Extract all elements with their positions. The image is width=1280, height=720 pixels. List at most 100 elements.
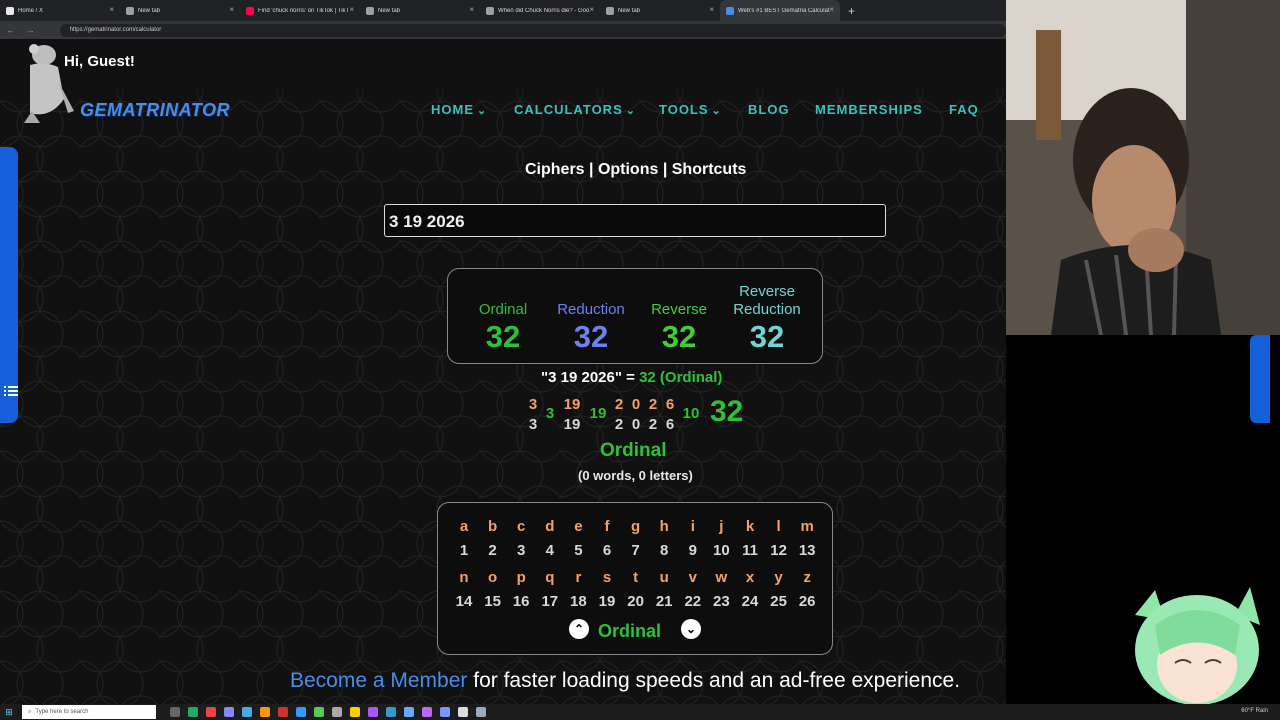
browser-tab[interactable]: Web's #1 BEST Gematria Calculat ×	[720, 0, 840, 21]
windows-start-icon[interactable]: ⊞	[0, 707, 18, 718]
app-icon[interactable]	[206, 707, 216, 717]
result-value[interactable]: 32	[629, 319, 729, 355]
results-panel: Ordinal 32 Reduction 32 Reverse 32 Reverse Redu…	[447, 268, 823, 364]
result-value[interactable]: 32	[453, 319, 553, 355]
app-icon[interactable]	[476, 707, 486, 717]
nav-label: BLOG	[748, 102, 790, 117]
tab-label: Web's #1 BEST Gematria Calculat	[738, 7, 830, 14]
nav-faq[interactable]: FAQ	[949, 102, 979, 117]
tab-close-icon[interactable]: ×	[469, 5, 474, 14]
chart-number: 6	[602, 542, 612, 559]
new-tab-plus-icon[interactable]: +	[848, 4, 855, 18]
chart-letter: r	[575, 569, 582, 586]
right-panel-tab[interactable]	[1250, 335, 1270, 423]
result-label[interactable]: Reduction	[541, 301, 641, 318]
tab-close-icon[interactable]: ×	[829, 5, 834, 14]
chart-number: 7	[631, 542, 640, 559]
tab-label: New tab	[138, 7, 161, 14]
chart-letter: f	[604, 518, 610, 535]
browser-tab[interactable]: New tab ×	[360, 0, 480, 21]
chart-number: 21	[655, 593, 673, 610]
nav-home[interactable]: HOME ⌄	[431, 102, 487, 117]
breakdown-value: 6	[665, 416, 675, 433]
chart-number: 11	[742, 542, 758, 559]
back-icon[interactable]: ←	[6, 25, 20, 35]
url-field[interactable]: https://gematrinator.com/calculator	[59, 23, 1006, 37]
app-icon[interactable]	[404, 707, 414, 717]
result-value[interactable]: 32	[541, 319, 641, 355]
word-sum: 10	[682, 405, 700, 422]
result-label[interactable]: Ordinal	[453, 301, 553, 318]
chart-number: 18	[570, 593, 587, 610]
app-icon[interactable]	[440, 707, 450, 717]
tab-close-icon[interactable]: ×	[709, 5, 714, 14]
app-icon[interactable]	[314, 707, 324, 717]
chart-letter: c	[517, 518, 526, 535]
tab-favicon-icon	[126, 6, 134, 15]
chart-number: 5	[574, 542, 583, 559]
phrase-input[interactable]: 3 19 2026	[384, 204, 886, 237]
chart-number: 1	[459, 542, 469, 559]
equation-phrase: "3 19 2026" =	[541, 369, 640, 386]
app-icon[interactable]	[350, 707, 360, 717]
chevron-down-icon: ⌄	[711, 105, 722, 117]
app-icon[interactable]	[278, 707, 288, 717]
breakdown-value: 0	[631, 416, 641, 433]
result-label[interactable]: Reverse	[629, 301, 729, 318]
browser-tab[interactable]: New tab ×	[120, 0, 240, 21]
chart-letter: t	[633, 569, 639, 586]
browser-tab[interactable]: Find 'chuck norris' on TikTok | TikT ×	[240, 0, 360, 21]
app-icon[interactable]	[332, 707, 342, 717]
tab-close-icon[interactable]: ×	[589, 5, 594, 14]
chevron-up-icon[interactable]: ⌃	[569, 619, 589, 639]
tab-close-icon[interactable]: ×	[349, 5, 354, 14]
word-letter-count: (0 words, 0 letters)	[578, 468, 693, 483]
tab-close-icon[interactable]: ×	[109, 5, 114, 14]
webcam-overlay	[1006, 0, 1280, 335]
side-panel-toggle[interactable]	[0, 147, 18, 423]
browser-tab[interactable]: When did Chuck Norris die? - Goo ×	[480, 0, 600, 21]
result-label-line2[interactable]: Reduction	[717, 301, 817, 318]
chevron-down-icon[interactable]: ⌄	[681, 619, 701, 639]
app-icon[interactable]	[368, 707, 378, 717]
chart-number: 26	[798, 593, 816, 610]
taskbar-search[interactable]: ⌕ Type here to search	[22, 705, 156, 719]
forward-icon[interactable]: →	[26, 25, 40, 35]
app-icon[interactable]	[260, 707, 270, 717]
app-icon[interactable]	[242, 707, 252, 717]
app-icon[interactable]	[188, 707, 198, 717]
ciphers-options-shortcuts-link[interactable]: Ciphers | Options | Shortcuts	[525, 161, 746, 179]
chart-letter: z	[803, 569, 811, 586]
nav-tools[interactable]: TOOLS ⌄	[659, 102, 722, 117]
app-icon[interactable]	[296, 707, 306, 717]
become-member-link[interactable]: Become a Member	[290, 669, 467, 692]
cipher-chart: ⌃ Ordinal ⌄ a 1 b 2 c 3 d 4 e 5 f 6 g 7 h 8 i 9 j 10 k 11 l 12 m…	[437, 502, 833, 655]
system-tray-weather[interactable]: 60°F Rain	[1241, 708, 1268, 714]
result-value[interactable]: 32	[717, 319, 817, 355]
chart-letter: n	[459, 569, 469, 586]
app-icon[interactable]	[458, 707, 468, 717]
browser-tab[interactable]: Home / X ×	[0, 0, 120, 21]
app-icon[interactable]	[422, 707, 432, 717]
chart-number: 20	[627, 593, 644, 610]
tab-favicon-icon	[486, 6, 494, 15]
tab-label: New tab	[378, 7, 401, 14]
chart-number: 22	[684, 593, 702, 610]
result-label[interactable]: Reverse	[717, 283, 817, 300]
chart-letter: q	[545, 569, 555, 586]
breakdown-value: 19	[563, 416, 581, 433]
task-view-icon[interactable]	[170, 707, 180, 717]
nav-calculators[interactable]: CALCULATORS ⌄	[514, 102, 636, 117]
nav-blog[interactable]: BLOG	[748, 102, 790, 117]
nav-memberships[interactable]: MEMBERSHIPS	[815, 102, 923, 117]
chart-letter: w	[715, 569, 728, 586]
app-icon[interactable]	[386, 707, 396, 717]
list-icon	[4, 386, 18, 396]
nav-label: TOOLS	[659, 102, 709, 117]
tab-label: New tab	[618, 7, 641, 14]
browser-tab[interactable]: New tab ×	[600, 0, 720, 21]
tab-close-icon[interactable]: ×	[229, 5, 234, 14]
tab-favicon-icon	[606, 6, 614, 15]
breakdown-value: 2	[614, 416, 624, 433]
app-icon[interactable]	[224, 707, 234, 717]
